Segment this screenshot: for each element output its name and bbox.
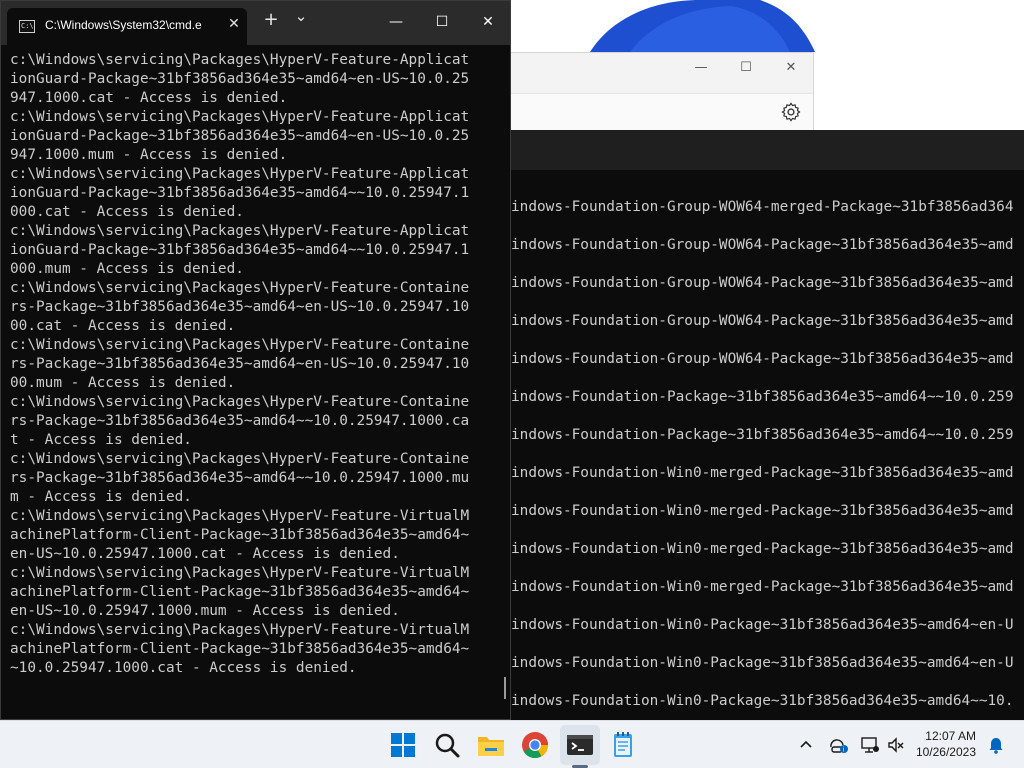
cmd-output-line: en-US~10.0.25947.1000.cat - Access is de… [10, 546, 400, 562]
file-explorer-icon[interactable] [475, 729, 507, 761]
background-terminal-line: indows-Foundation-Win0-merged-Package~31… [511, 503, 1014, 519]
terminal-icon[interactable] [564, 729, 596, 761]
cmd-output-line: c:\Windows\servicing\Packages\HyperV-Fea… [10, 337, 470, 353]
cmd-output-line: 000.mum - Access is denied. [10, 261, 244, 277]
cmd-output-line: ionGuard-Package~31bf3856ad364e35~amd64~… [10, 128, 470, 144]
cmd-output-line: ionGuard-Package~31bf3856ad364e35~amd64~… [10, 185, 470, 201]
notification-bell-icon[interactable] [986, 735, 1006, 755]
background-terminal-line: indows-Foundation-Package~31bf3856ad364e… [511, 427, 1014, 443]
close-tab-icon[interactable]: ✕ [225, 16, 243, 32]
settings-maximize-button[interactable]: ☐ [731, 59, 761, 77]
background-terminal-line: indows-Foundation-Win0-merged-Package~31… [511, 541, 1014, 557]
new-tab-button[interactable]: + [259, 9, 283, 30]
settings-minimize-button[interactable]: — [686, 59, 716, 77]
cmd-output-line: en-US~10.0.25947.1000.mum - Access is de… [10, 603, 400, 619]
background-terminal-window[interactable]: indows-Foundation-Group-WOW64-merged-Pac… [505, 130, 1024, 720]
cmd-output-line: 947.1000.cat - Access is denied. [10, 90, 288, 106]
background-terminal-titlebar [506, 130, 1024, 170]
clock[interactable]: 12:07 AM 10/26/2023 [906, 728, 976, 760]
cmd-output-line: achinePlatform-Client-Package~31bf3856ad… [10, 527, 470, 543]
background-terminal-line: indows-Foundation-Group-WOW64-Package~31… [511, 275, 1014, 291]
cmd-output-line: rs-Package~31bf3856ad364e35~amd64~~10.0.… [10, 470, 470, 486]
cmd-tab-title: C:\Windows\System32\cmd.e [45, 18, 202, 32]
cmd-window[interactable]: C:\ C:\Windows\System32\cmd.e ✕ + ⌄ — ☐ … [0, 0, 511, 720]
cmd-output-line: ~10.0.25947.1000.cat - Access is denied. [10, 660, 357, 676]
cmd-output-line: ionGuard-Package~31bf3856ad364e35~amd64~… [10, 71, 470, 87]
cmd-output-line: 947.1000.mum - Access is denied. [10, 147, 288, 163]
cmd-output-line: 00.cat - Access is denied. [10, 318, 236, 334]
cmd-output-line: c:\Windows\servicing\Packages\HyperV-Fea… [10, 394, 470, 410]
cmd-output-line: c:\Windows\servicing\Packages\HyperV-Fea… [10, 52, 470, 68]
cmd-prompt-icon: C:\ [19, 20, 35, 33]
display-icon[interactable] [860, 735, 880, 755]
cmd-output-line: m - Access is denied. [10, 489, 192, 505]
cmd-output-line: c:\Windows\servicing\Packages\HyperV-Fea… [10, 223, 470, 239]
chrome-icon[interactable] [519, 729, 551, 761]
search-icon[interactable] [431, 729, 463, 761]
volume-muted-icon[interactable] [886, 735, 906, 755]
cmd-output-line: t - Access is denied. [10, 432, 192, 448]
wallpaper-bloom [590, 0, 815, 52]
clock-date: 10/26/2023 [915, 745, 976, 759]
cmd-output-line: c:\Windows\servicing\Packages\HyperV-Fea… [10, 622, 470, 638]
cmd-output-line: rs-Package~31bf3856ad364e35~amd64~~10.0.… [10, 413, 470, 429]
taskbar: i 12:07 AM 10/26/2023 [0, 720, 1024, 768]
background-terminal-line: indows-Foundation-Win0-Package~31bf3856a… [511, 655, 1014, 671]
gear-icon[interactable] [780, 101, 802, 123]
cmd-output-line: c:\Windows\servicing\Packages\HyperV-Fea… [10, 280, 470, 296]
background-terminal-line: indows-Foundation-Group-WOW64-Package~31… [511, 237, 1014, 253]
background-terminal-line: indows-Foundation-Group-WOW64-merged-Pac… [511, 199, 1014, 215]
scrollbar-thumb[interactable] [504, 677, 506, 699]
cmd-output-line: rs-Package~31bf3856ad364e35~amd64~en-US~… [10, 299, 470, 315]
background-terminal-line: indows-Foundation-Win0-Package~31bf3856a… [511, 693, 1014, 709]
background-terminal-line: indows-Foundation-Win0-Package~31bf3856a… [511, 617, 1014, 633]
cmd-output-line: c:\Windows\servicing\Packages\HyperV-Fea… [10, 451, 470, 467]
chevron-up-icon[interactable] [796, 735, 816, 755]
background-terminal-line: indows-Foundation-Package~31bf3856ad364e… [511, 389, 1014, 405]
close-button[interactable]: ✕ [465, 1, 510, 43]
background-terminal-line: indows-Foundation-Win0-merged-Package~31… [511, 465, 1014, 481]
network-info-icon[interactable]: i [829, 735, 849, 755]
background-terminal-output: indows-Foundation-Group-WOW64-merged-Pac… [511, 198, 1014, 720]
cmd-output-line: achinePlatform-Client-Package~31bf3856ad… [10, 584, 470, 600]
clock-time: 12:07 AM [925, 729, 976, 743]
notepad-icon[interactable] [607, 729, 639, 761]
cmd-output-line: c:\Windows\servicing\Packages\HyperV-Fea… [10, 109, 470, 125]
cmd-output-line: c:\Windows\servicing\Packages\HyperV-Fea… [10, 508, 470, 524]
settings-window[interactable]: — ☐ ✕ [505, 52, 814, 134]
background-terminal-line: indows-Foundation-Group-WOW64-Package~31… [511, 351, 1014, 367]
cmd-output[interactable]: c:\Windows\servicing\Packages\HyperV-Fea… [10, 51, 469, 678]
maximize-button[interactable]: ☐ [419, 1, 465, 43]
background-terminal-line: indows-Foundation-Win0-merged-Package~31… [511, 579, 1014, 595]
cmd-output-line: c:\Windows\servicing\Packages\HyperV-Fea… [10, 565, 470, 581]
cmd-output-line: rs-Package~31bf3856ad364e35~amd64~en-US~… [10, 356, 470, 372]
cmd-output-line: 00.mum - Access is denied. [10, 375, 236, 391]
cmd-tab[interactable]: C:\ C:\Windows\System32\cmd.e ✕ [7, 8, 247, 45]
cmd-output-line: c:\Windows\servicing\Packages\HyperV-Fea… [10, 166, 470, 182]
windows-start-icon[interactable] [387, 729, 419, 761]
tab-dropdown-button[interactable]: ⌄ [289, 7, 313, 25]
cmd-titlebar[interactable]: C:\ C:\Windows\System32\cmd.e ✕ + ⌄ — ☐ … [1, 1, 510, 45]
cmd-output-line: 000.cat - Access is denied. [10, 204, 244, 220]
cmd-output-line: achinePlatform-Client-Package~31bf3856ad… [10, 641, 470, 657]
cmd-output-line: ionGuard-Package~31bf3856ad364e35~amd64~… [10, 242, 470, 258]
settings-toolbar [506, 93, 813, 134]
minimize-button[interactable]: — [373, 1, 419, 43]
settings-close-button[interactable]: ✕ [776, 59, 806, 77]
background-terminal-line: indows-Foundation-Group-WOW64-Package~31… [511, 313, 1014, 329]
